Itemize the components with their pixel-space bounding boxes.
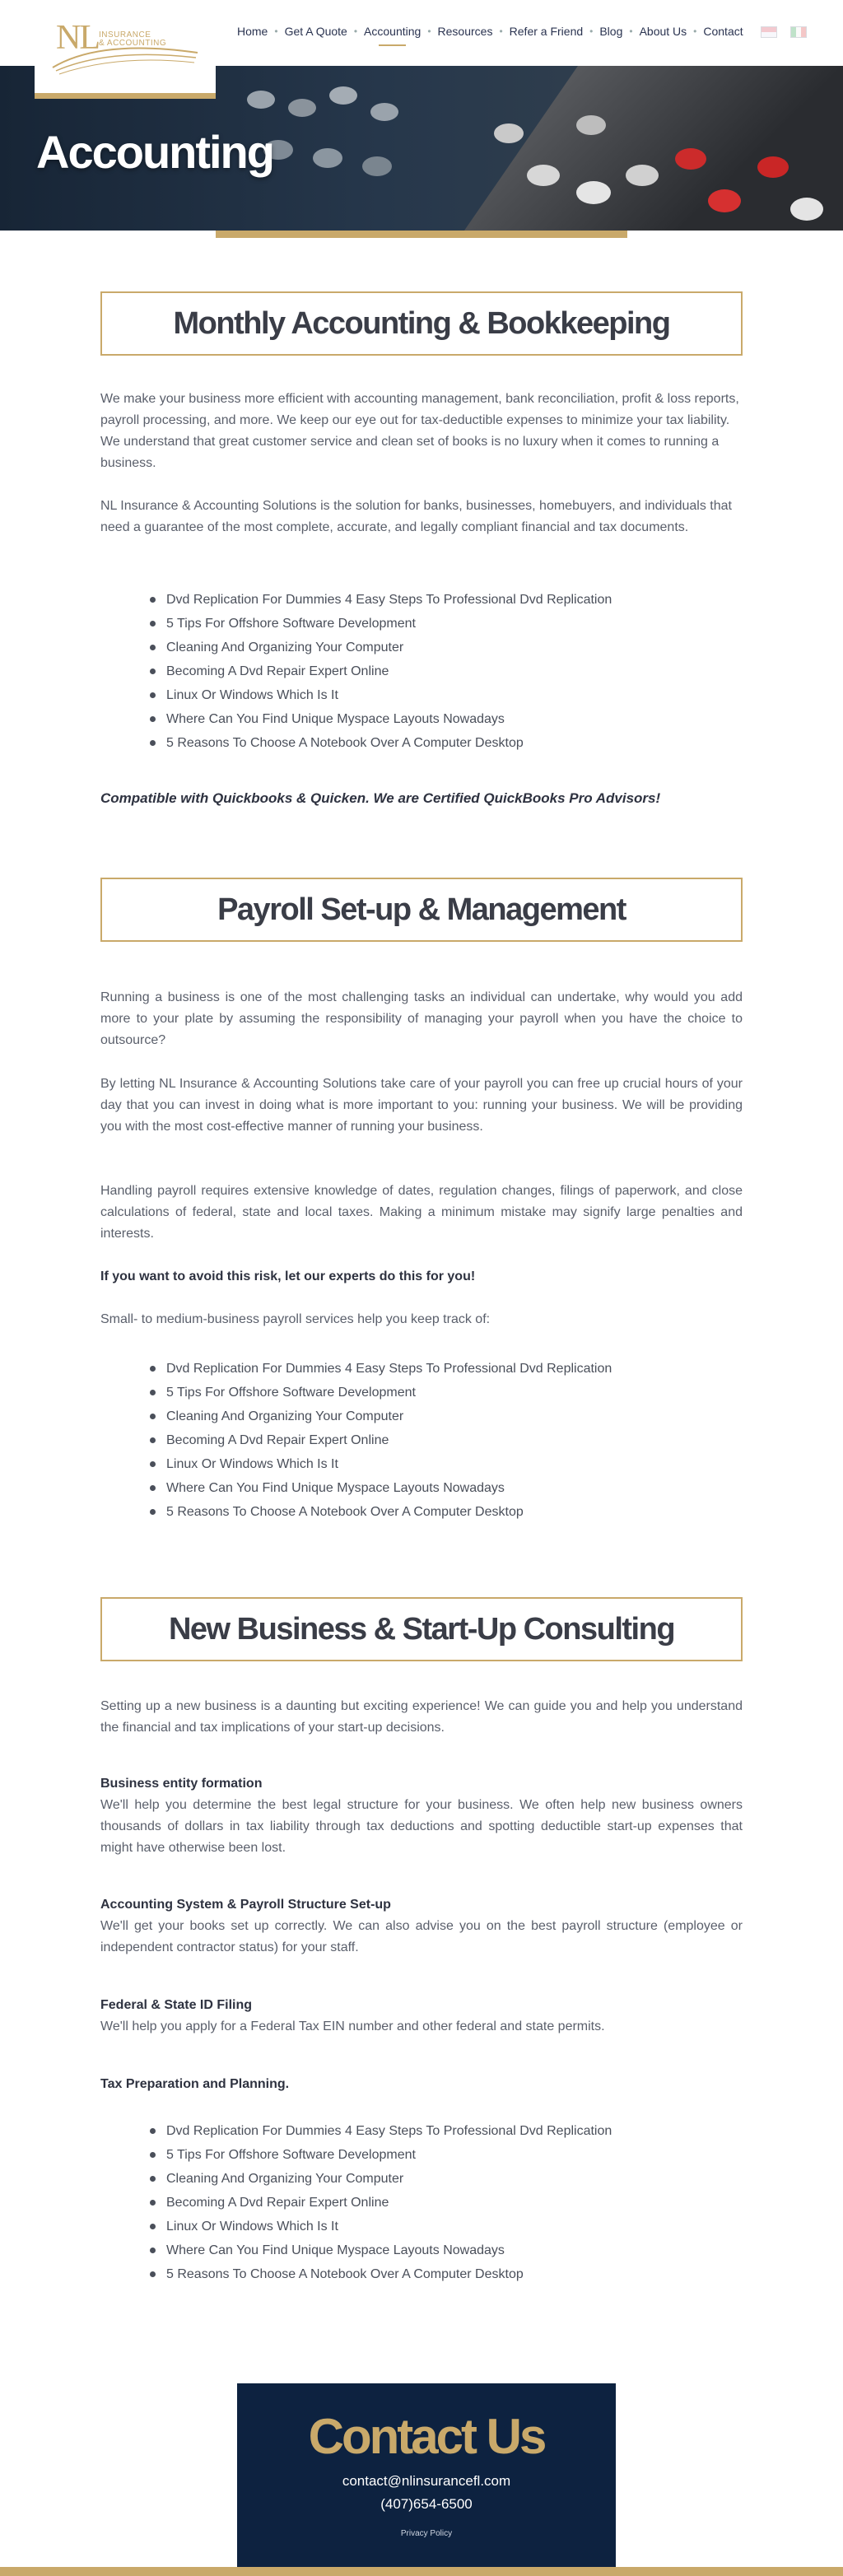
list-item: 5 Tips For Offshore Software Development xyxy=(150,2143,743,2167)
page-title: Accounting xyxy=(36,126,275,178)
typewriter-key-icon xyxy=(757,156,789,178)
mexico-flag-icon[interactable] xyxy=(790,26,807,38)
site-logo[interactable]: NL INSURANCE & ACCOUNTING xyxy=(35,0,216,99)
typewriter-key-icon xyxy=(675,148,706,170)
list-item: 5 Tips For Offshore Software Development xyxy=(150,1381,743,1404)
typewriter-key-icon xyxy=(576,181,611,204)
list-item: 5 Reasons To Choose A Notebook Over A Co… xyxy=(150,731,743,755)
quickbooks-note: Compatible with Quickbooks & Quicken. We… xyxy=(100,790,661,806)
list-item: Becoming A Dvd Repair Expert Online xyxy=(150,1428,743,1452)
subhead-tax-preparation: Tax Preparation and Planning. xyxy=(100,2077,290,2091)
list-item: Where Can You Find Unique Myspace Layout… xyxy=(150,707,743,731)
us-flag-icon[interactable] xyxy=(761,26,777,38)
section2-paragraph-3: Handling payroll requires extensive know… xyxy=(100,1184,743,1241)
section3-text-accounting-system: We'll get your books set up correctly. W… xyxy=(100,1919,743,1954)
section2-paragraph-2: By letting NL Insurance & Accounting Sol… xyxy=(100,1077,743,1134)
list-item: Linux Or Windows Which Is It xyxy=(150,1452,743,1476)
section2-paragraph-5: Small- to medium-business payroll servic… xyxy=(100,1312,491,1326)
typewriter-key-icon xyxy=(370,103,398,121)
nav-separator: • xyxy=(589,26,594,37)
section3-text-federal-state-id: We'll help you apply for a Federal Tax E… xyxy=(100,2019,605,2033)
list-item: Cleaning And Organizing Your Computer xyxy=(150,2167,743,2191)
section-heading-box: Monthly Accounting & Bookkeeping xyxy=(100,291,743,356)
list-item: Where Can You Find Unique Myspace Layout… xyxy=(150,2238,743,2262)
subhead-accounting-system: Accounting System & Payroll Structure Se… xyxy=(100,1898,391,1912)
section1-bullet-list: Dvd Replication For Dummies 4 Easy Steps… xyxy=(150,588,743,755)
list-item: Becoming A Dvd Repair Expert Online xyxy=(150,659,743,683)
section2-callout: If you want to avoid this risk, let our … xyxy=(100,1269,476,1283)
typewriter-key-icon xyxy=(288,99,316,117)
nav-resources[interactable]: Resources xyxy=(436,25,495,38)
section-heading-box: New Business & Start-Up Consulting xyxy=(100,1597,743,1661)
nav-separator: • xyxy=(629,26,633,37)
footer-accent-bar xyxy=(0,2567,843,2576)
list-item: Cleaning And Organizing Your Computer xyxy=(150,636,743,659)
typewriter-key-icon xyxy=(527,165,560,186)
privacy-policy-link[interactable]: Privacy Policy xyxy=(237,2529,616,2538)
typewriter-key-icon xyxy=(708,189,741,212)
hero-accent-bar xyxy=(216,231,627,238)
section-title-new-business: New Business & Start-Up Consulting xyxy=(168,1611,676,1647)
list-item: 5 Tips For Offshore Software Development xyxy=(150,612,743,636)
section-heading-box: Payroll Set-up & Management xyxy=(100,878,743,942)
nav-separator: • xyxy=(499,26,503,37)
typewriter-key-icon xyxy=(790,198,823,221)
section3-intro: Setting up a new business is a daunting … xyxy=(100,1699,743,1735)
list-item: Dvd Replication For Dummies 4 Easy Steps… xyxy=(150,1357,743,1381)
list-item: Dvd Replication For Dummies 4 Easy Steps… xyxy=(150,2119,743,2143)
list-item: Dvd Replication For Dummies 4 Easy Steps… xyxy=(150,588,743,612)
contact-title: Contact Us xyxy=(308,2409,547,2464)
logo-swoosh-icon xyxy=(52,47,198,75)
nav-about-us[interactable]: About Us xyxy=(638,25,689,38)
typewriter-key-icon xyxy=(576,115,606,135)
list-item: 5 Reasons To Choose A Notebook Over A Co… xyxy=(150,2262,743,2286)
subhead-business-entity: Business entity formation xyxy=(100,1777,263,1791)
nav-refer-a-friend[interactable]: Refer a Friend xyxy=(508,25,585,38)
nav-contact[interactable]: Contact xyxy=(701,25,744,38)
typewriter-key-icon xyxy=(313,148,342,168)
contact-block: Contact Us contact@nlinsurancefl.com (40… xyxy=(237,2383,616,2576)
nav-blog[interactable]: Blog xyxy=(598,25,624,38)
nav-get-a-quote[interactable]: Get A Quote xyxy=(283,25,349,38)
nav-separator: • xyxy=(274,26,278,37)
typewriter-key-icon xyxy=(494,123,524,143)
section3-bullet-list: Dvd Replication For Dummies 4 Easy Steps… xyxy=(150,2119,743,2286)
typewriter-key-icon xyxy=(362,156,392,176)
contact-phone-link[interactable]: (407)654-6500 xyxy=(237,2496,616,2513)
subhead-federal-state-id: Federal & State ID Filing xyxy=(100,1998,253,2012)
section2-bullet-list: Dvd Replication For Dummies 4 Easy Steps… xyxy=(150,1357,743,1524)
nav-separator: • xyxy=(353,26,358,37)
list-item: 5 Reasons To Choose A Notebook Over A Co… xyxy=(150,1500,743,1524)
site-header: NL INSURANCE & ACCOUNTING Home • Get A Q… xyxy=(0,0,843,99)
list-item: Cleaning And Organizing Your Computer xyxy=(150,1404,743,1428)
section3-text-business-entity: We'll help you determine the best legal … xyxy=(100,1798,743,1855)
section1-paragraph-1: We make your business more efficient wit… xyxy=(100,392,739,470)
list-item: Linux Or Windows Which Is It xyxy=(150,683,743,707)
contact-email-link[interactable]: contact@nlinsurancefl.com xyxy=(237,2473,616,2490)
nav-home[interactable]: Home xyxy=(235,25,269,38)
nav-separator: • xyxy=(693,26,697,37)
section-title-monthly-accounting: Monthly Accounting & Bookkeeping xyxy=(173,305,671,341)
nav-separator: • xyxy=(427,26,431,37)
section2-paragraph-1: Running a business is one of the most ch… xyxy=(100,990,743,1047)
list-item: Where Can You Find Unique Myspace Layout… xyxy=(150,1476,743,1500)
section1-paragraph-2: NL Insurance & Accounting Solutions is t… xyxy=(100,499,732,534)
typewriter-key-icon xyxy=(329,86,357,105)
typewriter-key-icon xyxy=(626,165,659,186)
nav-accounting[interactable]: Accounting xyxy=(362,25,422,46)
typewriter-key-icon xyxy=(247,91,275,109)
list-item: Becoming A Dvd Repair Expert Online xyxy=(150,2191,743,2215)
main-nav: Home • Get A Quote • Accounting • Resour… xyxy=(235,25,745,46)
list-item: Linux Or Windows Which Is It xyxy=(150,2215,743,2238)
section-title-payroll: Payroll Set-up & Management xyxy=(217,892,626,927)
